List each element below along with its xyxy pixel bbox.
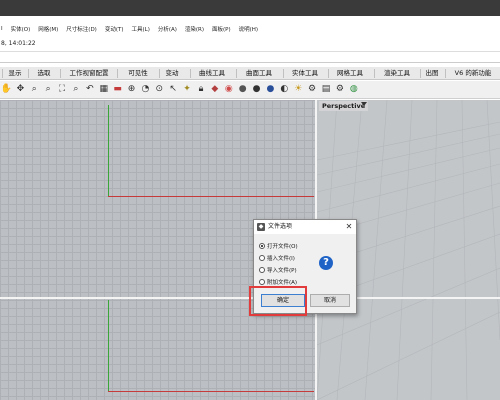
- option-open-file[interactable]: 打开文件(O): [259, 241, 298, 251]
- tab-separator: [117, 69, 118, 78]
- zoom-window-icon[interactable]: ⌕: [43, 84, 54, 95]
- menu-item-transform[interactable]: 变动(T): [105, 25, 124, 33]
- tab-separator: [2, 69, 3, 78]
- set-view-icon[interactable]: ⊕: [126, 84, 137, 95]
- x-axis-line: [108, 391, 314, 392]
- tab-separator: [60, 69, 61, 78]
- option-label: 打开文件(O): [267, 244, 298, 250]
- sun-icon[interactable]: ☀: [293, 84, 304, 95]
- render-icon[interactable]: ◐: [279, 84, 290, 95]
- app-icon: ◆: [257, 223, 265, 231]
- menu-bar: I 实体(O) 网格(M) 尺寸标注(D) 变动(T) 工具(L) 分析(A) …: [0, 22, 500, 36]
- tab-transform[interactable]: 变动: [161, 67, 183, 80]
- tab-curve-tools[interactable]: 曲线工具: [192, 67, 232, 80]
- option-label: 附加文件(A): [267, 280, 298, 286]
- close-icon[interactable]: ✕: [343, 220, 355, 234]
- command-input[interactable]: [0, 51, 500, 63]
- tab-display[interactable]: 显示: [4, 67, 26, 80]
- option-label: 导入文件(P): [267, 268, 297, 274]
- command-history: 8, 14:01:22: [0, 38, 500, 50]
- tab-solid-tools[interactable]: 实体工具: [285, 67, 325, 80]
- menu-item-mesh[interactable]: 网格(M): [38, 25, 58, 33]
- menu-item-partial[interactable]: I: [1, 26, 3, 32]
- radio-attach-file[interactable]: [259, 279, 265, 285]
- cancel-button[interactable]: 取消: [310, 294, 350, 307]
- shaded-sphere-icon[interactable]: ●: [237, 84, 248, 95]
- radio-insert-file[interactable]: [259, 255, 265, 261]
- toolbar-tabs: 显示 选取 工作视窗配置 可见性 变动 曲线工具 曲面工具 实体工具 网格工具 …: [0, 67, 500, 80]
- tab-visibility[interactable]: 可见性: [119, 67, 157, 80]
- globe-icon[interactable]: ◍: [348, 84, 359, 95]
- color-wheel-icon[interactable]: ◉: [223, 84, 234, 95]
- menu-item-tools[interactable]: 工具(L): [131, 25, 149, 33]
- tab-separator: [159, 69, 160, 78]
- y-axis-line: [108, 105, 109, 197]
- radio-import-file[interactable]: [259, 267, 265, 273]
- zoom-icon[interactable]: ⌕: [29, 84, 40, 95]
- zoom-extents-icon[interactable]: ⛶: [57, 84, 68, 95]
- tab-viewport-layout[interactable]: 工作视窗配置: [63, 67, 115, 80]
- hand-icon[interactable]: ✋: [1, 84, 12, 95]
- ghosted-sphere-icon[interactable]: ●: [265, 84, 276, 95]
- menu-item-render[interactable]: 渲染(R): [185, 25, 204, 33]
- move-icon[interactable]: ✥: [15, 84, 26, 95]
- light-icon[interactable]: ✦: [182, 84, 193, 95]
- layout-icon[interactable]: ▤: [320, 84, 331, 95]
- menu-item-analyze[interactable]: 分析(A): [158, 25, 177, 33]
- select-icon[interactable]: ↖: [168, 84, 179, 95]
- tab-separator: [374, 69, 375, 78]
- x-axis-line: [108, 196, 314, 197]
- gear-icon[interactable]: ⚙: [307, 84, 318, 95]
- tab-separator: [445, 69, 446, 78]
- rendered-sphere-icon[interactable]: ●: [251, 84, 262, 95]
- option-import-file[interactable]: 导入文件(P): [259, 265, 297, 275]
- ok-button-highlight: [249, 286, 307, 316]
- tab-separator: [236, 69, 237, 78]
- option-insert-file[interactable]: 插入文件(I): [259, 253, 295, 263]
- menu-item-panels[interactable]: 面板(P): [212, 25, 231, 33]
- menu-item-solid[interactable]: 实体(O): [11, 25, 31, 33]
- standard-toolbar: ✋ ✥ ⌕ ⌕ ⛶ ⌕ ↶ ▦ ▬ ⊕ ◔ ⊙ ↖ ✦ 🔒︎ ◆ ◉ ● ● ●…: [0, 81, 500, 99]
- lock-icon[interactable]: 🔒︎: [195, 84, 206, 95]
- option-label: 插入文件(I): [267, 256, 295, 262]
- tab-separator: [190, 69, 191, 78]
- tab-mesh-tools[interactable]: 网格工具: [330, 67, 370, 80]
- tab-separator: [328, 69, 329, 78]
- dialog-title: 文件选项: [268, 223, 293, 230]
- material-icon[interactable]: ◆: [209, 84, 220, 95]
- options-icon[interactable]: ⚙: [334, 84, 345, 95]
- tab-surface-tools[interactable]: 曲面工具: [239, 67, 279, 80]
- radio-open-file[interactable]: [259, 243, 265, 249]
- window-title-bar: [0, 0, 500, 16]
- tab-render-tools[interactable]: 渲染工具: [376, 67, 418, 80]
- tab-separator: [28, 69, 29, 78]
- tab-separator: [283, 69, 284, 78]
- zoom-selected-icon[interactable]: ⌕: [70, 84, 81, 95]
- tab-v6-new[interactable]: V6 的新功能: [449, 67, 497, 80]
- four-viewports-icon[interactable]: ▦: [98, 84, 109, 95]
- view-icon[interactable]: ⊙: [154, 84, 165, 95]
- menu-item-dimension[interactable]: 尺寸标注(D): [66, 25, 97, 33]
- y-axis-line: [108, 300, 109, 392]
- tab-layout[interactable]: 出图: [423, 67, 441, 80]
- tab-separator: [420, 69, 421, 78]
- camera-icon[interactable]: ◔: [140, 84, 151, 95]
- question-icon: ?: [319, 256, 333, 270]
- dialog-title-bar[interactable]: ◆ 文件选项 ✕: [254, 220, 356, 234]
- tab-select[interactable]: 选取: [30, 67, 58, 80]
- undo-view-icon[interactable]: ↶: [84, 84, 95, 95]
- menu-item-help[interactable]: 说明(H): [239, 25, 258, 33]
- construction-plane-icon[interactable]: ▬: [112, 84, 123, 95]
- chevron-down-icon[interactable]: [361, 102, 367, 106]
